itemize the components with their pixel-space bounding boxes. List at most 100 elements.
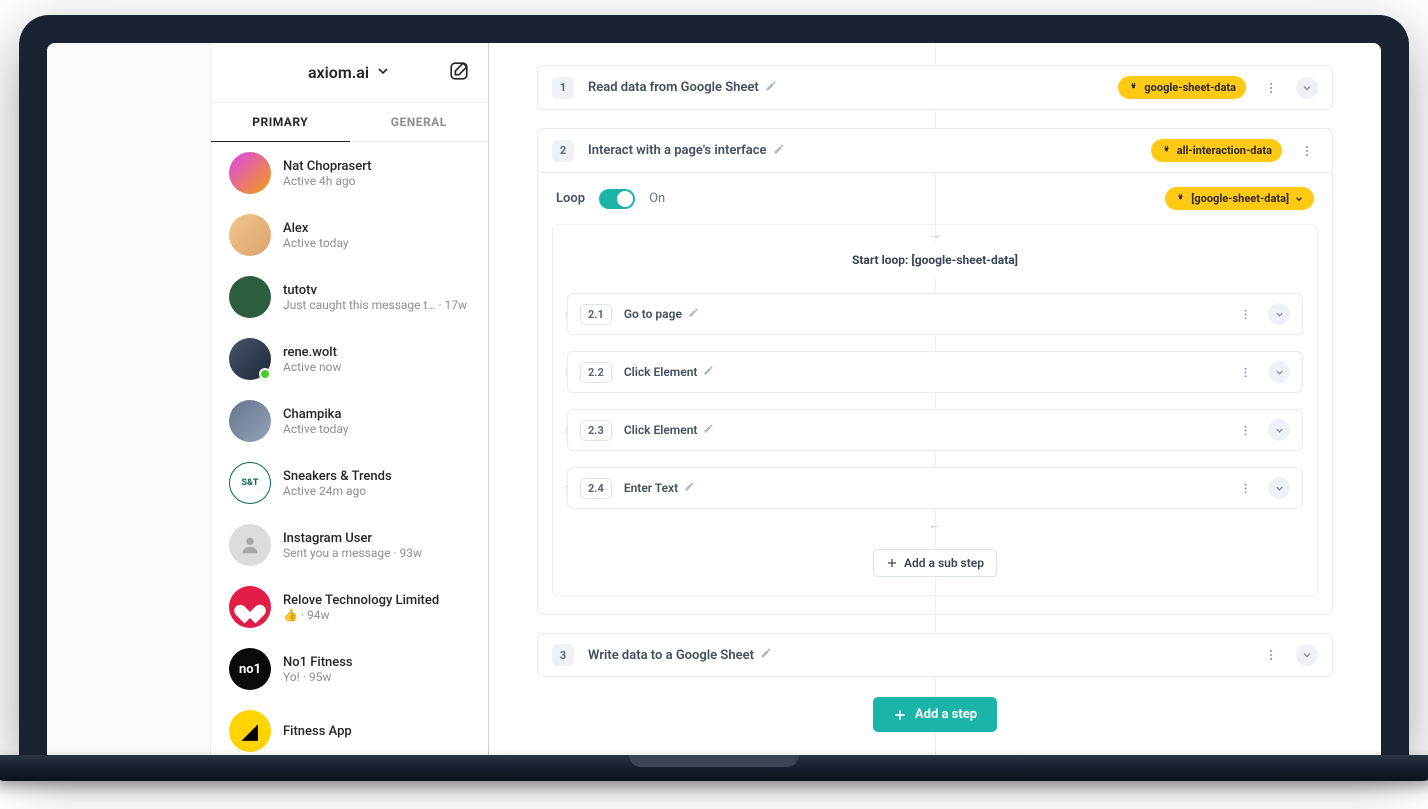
arrow-right-icon: → [567,227,1303,243]
expand-icon[interactable] [1268,477,1290,499]
dm-name: tutotv [283,283,470,298]
step-card-1[interactable]: 1 Read data from Google Sheet google-she… [537,65,1333,110]
laptop-base [0,755,1428,781]
avatar [229,338,271,380]
expand-icon[interactable] [1268,361,1290,383]
avatar: ◢ [229,710,271,752]
more-icon[interactable] [1234,303,1256,325]
loop-start-label: Start loop: [google-sheet-data] [567,243,1303,277]
substeps-container: → Start loop: [google-sheet-data] ↑ 2.1 … [552,224,1318,596]
step-title: Write data to a Google Sheet [588,647,772,663]
dm-name: Alex [283,221,470,236]
substep-number: 2.1 [580,304,612,325]
edit-icon[interactable] [765,80,777,96]
more-icon[interactable] [1260,644,1282,666]
step-number: 1 [552,77,574,99]
substep-card[interactable]: 2.3 Click Element [567,409,1303,451]
expand-icon[interactable] [1296,77,1318,99]
avatar [229,276,271,318]
more-icon[interactable] [1260,77,1282,99]
loop-toggle[interactable] [599,189,635,209]
dm-status: 👍 · 94w [283,608,470,622]
edit-icon[interactable] [684,481,695,495]
dm-status: Just caught this message t… · 17w [283,298,470,312]
substep-number: 2.4 [580,478,612,499]
expand-icon[interactable] [1296,644,1318,666]
tab-general[interactable]: GENERAL [350,103,489,141]
plug-icon [1128,82,1139,93]
avatar [229,214,271,256]
chevron-down-icon [375,63,391,83]
edit-icon[interactable] [773,143,785,159]
dm-status: Active today [283,236,470,250]
dm-status: Active 4h ago [283,174,470,188]
dm-item[interactable]: tutotv Just caught this message t… · 17w [211,266,488,328]
data-badge[interactable]: google-sheet-data [1118,76,1246,99]
account-name: axiom.ai [308,63,369,82]
avatar [229,524,271,566]
dm-item[interactable]: rene.wolt Active now [211,328,488,390]
dm-status: Active now [283,360,470,374]
arrow-left-icon: ← [567,517,1303,533]
dm-status: Active 24m ago [283,484,470,498]
loop-data-selector[interactable]: [google-sheet-data] [1165,187,1314,210]
left-gutter [47,43,211,755]
dm-status: Yo! · 95w [283,670,470,684]
dm-name: Sneakers & Trends [283,469,470,484]
edit-icon[interactable] [703,423,714,437]
laptop-mockup: axiom.ai PRIMARY GENERAL [19,15,1409,781]
dm-item[interactable]: S&T Sneakers & Trends Active 24m ago [211,452,488,514]
account-switcher[interactable]: axiom.ai [308,63,391,83]
dm-item[interactable]: ◢ Fitness App [211,700,488,755]
data-badge[interactable]: all-interaction-data [1151,139,1282,162]
dm-name: Champika [283,407,470,422]
substep-title: Enter Text [624,481,695,495]
add-step-button[interactable]: Add a step [873,697,997,732]
edit-icon[interactable] [760,647,772,663]
dm-item[interactable]: Relove Technology Limited 👍 · 94w [211,576,488,638]
dm-status: Active today [283,422,470,436]
step-card-3[interactable]: 3 Write data to a Google Sheet [537,633,1333,677]
avatar: S&T [229,462,271,504]
dm-name: rene.wolt [283,345,470,360]
step-number: 3 [552,644,574,666]
heart-icon [238,595,262,619]
tab-primary[interactable]: PRIMARY [211,103,350,142]
substep-title: Go to page [624,307,699,321]
dm-item[interactable]: Nat Choprasert Active 4h ago [211,142,488,204]
substep-card[interactable]: 2.1 Go to page [567,293,1303,335]
dm-item[interactable]: Champika Active today [211,390,488,452]
avatar [229,400,271,442]
substep-number: 2.2 [580,362,612,383]
dm-item[interactable]: no1 No1 Fitness Yo! · 95w [211,638,488,700]
dm-item[interactable]: Instagram User Sent you a message · 93w [211,514,488,576]
avatar [229,152,271,194]
more-icon[interactable] [1296,140,1318,162]
dm-name: Fitness App [283,724,470,739]
substep-card[interactable]: 2.2 Click Element [567,351,1303,393]
edit-icon[interactable] [688,307,699,321]
edit-icon[interactable] [703,365,714,379]
substep-title: Click Element [624,365,715,379]
more-icon[interactable] [1234,361,1256,383]
dm-item[interactable]: Alex Active today [211,204,488,266]
dm-tabs: PRIMARY GENERAL [211,103,488,142]
dm-name: Instagram User [283,531,470,546]
plug-icon [1175,193,1186,204]
add-substep-button[interactable]: Add a sub step [873,549,997,577]
avatar: no1 [229,648,271,690]
step-card-2[interactable]: 2 Interact with a page's interface all-i… [537,128,1333,173]
more-icon[interactable] [1234,419,1256,441]
compose-icon[interactable] [448,60,470,86]
substep-title: Click Element [624,423,715,437]
loop-row: Loop On [google-sheet-data] [552,187,1318,224]
avatar [229,586,271,628]
substep-card[interactable]: 2.4 Enter Text [567,467,1303,509]
laptop-notch [629,755,799,767]
dm-name: No1 Fitness [283,655,470,670]
step-title: Read data from Google Sheet [588,80,777,96]
expand-icon[interactable] [1268,303,1290,325]
more-icon[interactable] [1234,477,1256,499]
expand-icon[interactable] [1268,419,1290,441]
online-indicator-icon [259,368,271,380]
